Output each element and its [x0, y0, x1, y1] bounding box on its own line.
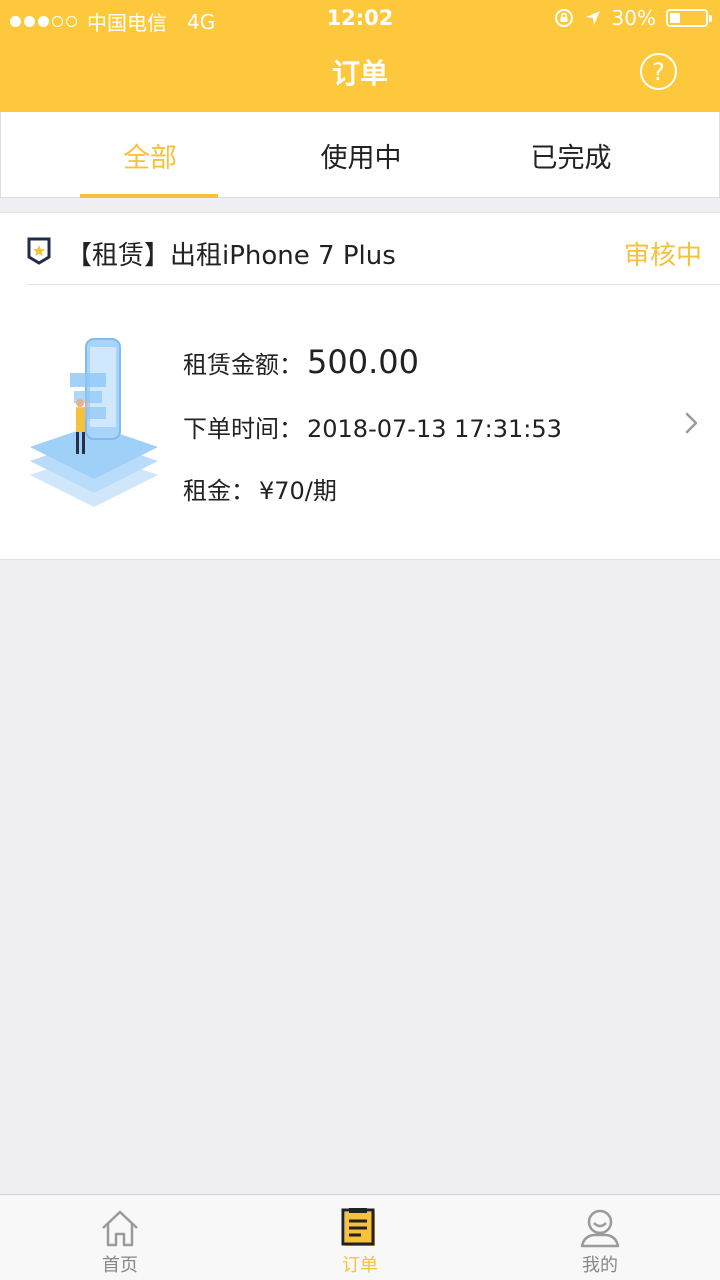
profile-icon [580, 1209, 620, 1248]
rental-amount-label: 租赁金额： [183, 351, 303, 379]
chevron-right-icon[interactable] [684, 411, 700, 435]
help-button[interactable]: ? [640, 53, 677, 90]
home-icon [102, 1210, 138, 1247]
battery-icon [666, 9, 712, 27]
location-arrow-icon [585, 11, 600, 25]
rental-amount-row: 租赁金额： 500.00 [183, 343, 419, 381]
battery-level [670, 13, 680, 23]
tabbar-item-home[interactable]: 首页 [60, 1195, 180, 1280]
rent-row: 租金： ¥70/期 [183, 471, 337, 506]
header: 中国电信 4G 12:02 30% 订单 ? [0, 0, 720, 112]
tabbar-label-home: 首页 [102, 1255, 138, 1276]
tab-completed[interactable]: 已完成 [501, 112, 641, 198]
order-card[interactable]: 【租赁】出租iPhone 7 Plus 审核中 租赁金额： 500.00 下单时… [0, 212, 720, 560]
rent-label: 租金： [183, 477, 255, 505]
order-time-label: 下单时间： [183, 415, 303, 443]
help-icon: ? [652, 57, 665, 86]
tab-all[interactable]: 全部 [81, 112, 219, 198]
bottom-tab-bar: 首页 订单 我的 [0, 1194, 720, 1280]
phone-rental-illustration [30, 338, 158, 507]
tabbar-item-orders[interactable]: 订单 [300, 1195, 420, 1280]
tabbar-item-profile[interactable]: 我的 [540, 1195, 660, 1280]
active-tab-indicator [80, 194, 218, 198]
tab-in-use[interactable]: 使用中 [291, 112, 431, 198]
merchant-badge-icon [27, 237, 51, 265]
order-status-badge: 审核中 [623, 241, 702, 271]
order-filter-tabs: 全部 使用中 已完成 [0, 112, 720, 198]
divider [26, 284, 720, 285]
rent-value: ¥70/期 [259, 477, 337, 505]
tabbar-label-profile: 我的 [582, 1255, 618, 1276]
status-bar: 中国电信 4G 12:02 30% [0, 0, 720, 38]
order-time-row: 下单时间： 2018-07-13 17:31:53 [183, 409, 562, 444]
order-card-header: 【租赁】出租iPhone 7 Plus 审核中 [0, 213, 720, 285]
order-title: 【租赁】出租iPhone 7 Plus [66, 241, 396, 271]
orientation-lock-icon [554, 9, 573, 27]
order-time-value: 2018-07-13 17:31:53 [307, 415, 562, 443]
battery-percent: 30% [611, 6, 656, 30]
tabbar-label-orders: 订单 [342, 1255, 378, 1276]
order-icon [341, 1208, 375, 1246]
rental-amount-value: 500.00 [307, 343, 419, 381]
page-title: 订单 [331, 57, 388, 90]
